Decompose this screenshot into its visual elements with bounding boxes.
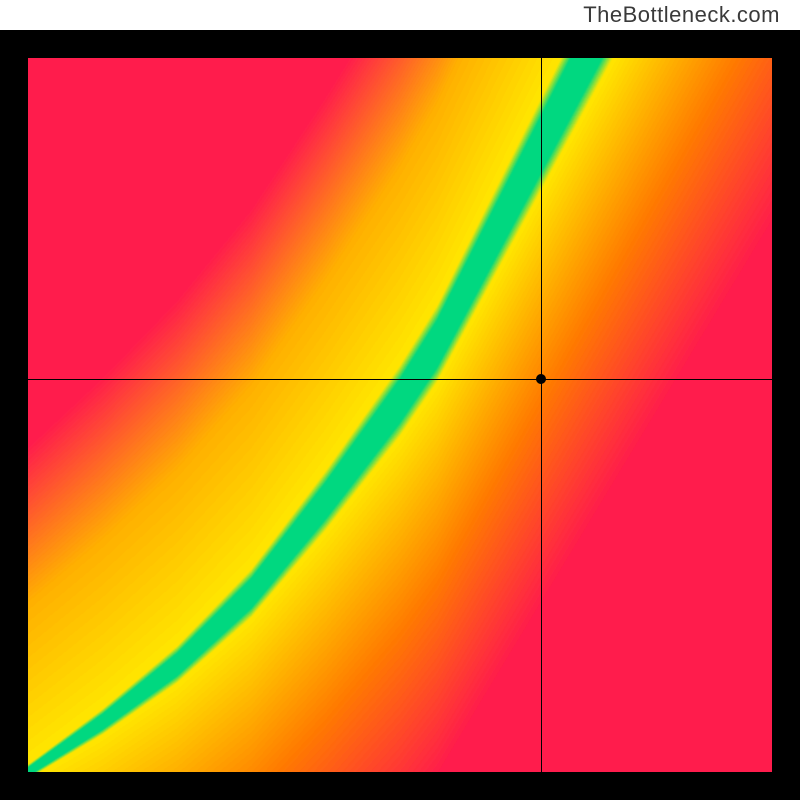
watermark-text: TheBottleneck.com — [583, 2, 780, 28]
crosshair-vertical — [541, 58, 542, 772]
heatmap-canvas — [28, 58, 772, 772]
heatmap-chart — [0, 30, 800, 800]
data-point-marker — [536, 374, 546, 384]
crosshair-horizontal — [28, 379, 772, 380]
